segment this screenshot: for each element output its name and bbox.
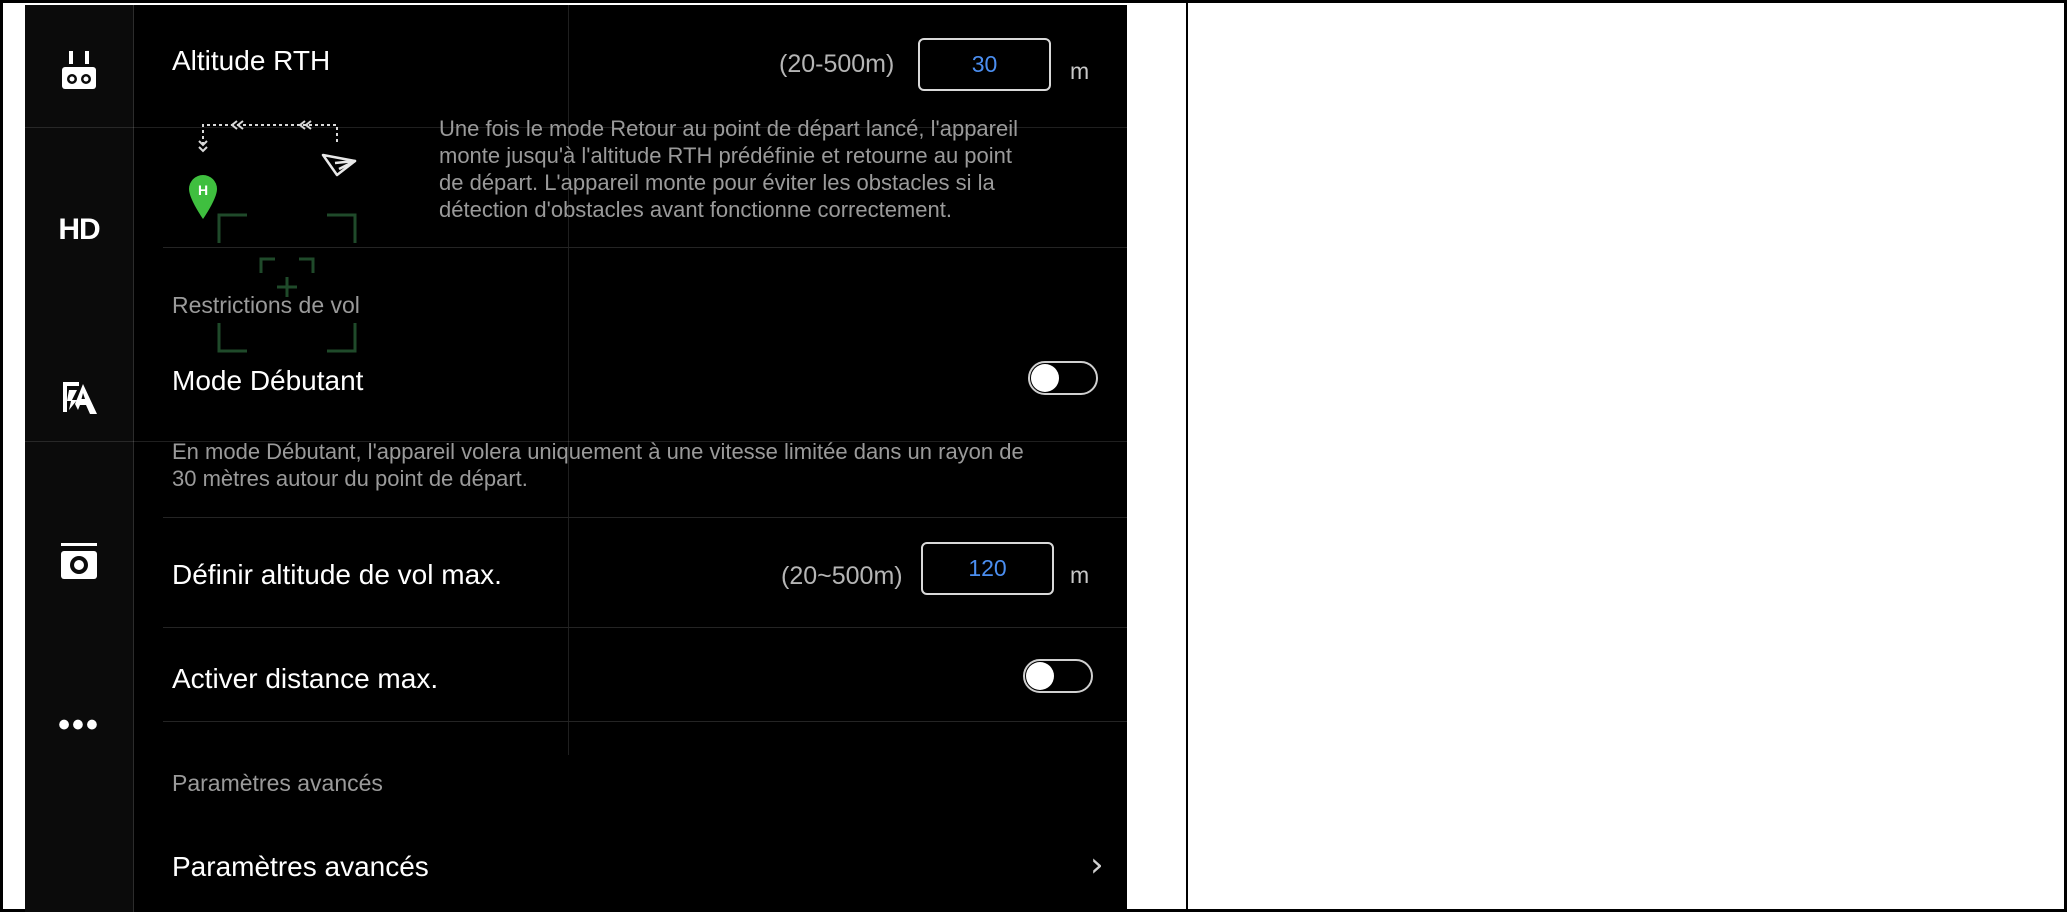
panel-divider xyxy=(1186,0,1188,912)
rth-altitude-input[interactable]: 30 xyxy=(918,38,1051,91)
rth-altitude-title: Altitude RTH xyxy=(172,45,331,76)
camera-icon xyxy=(59,541,99,581)
settings-sidebar: HD ••• xyxy=(25,5,134,912)
rth-description-line: détection d'obstacles avant fonctionne c… xyxy=(439,197,952,222)
max-altitude-range: (20~500m) xyxy=(781,562,903,590)
beginner-mode-toggle[interactable] xyxy=(1028,361,1098,395)
chevron-right-icon: › xyxy=(1090,845,1104,885)
sidebar-item-hd[interactable]: HD xyxy=(25,205,133,255)
max-distance-title: Activer distance max. xyxy=(172,663,439,694)
toggle-knob xyxy=(1031,364,1059,392)
max-distance-toggle[interactable] xyxy=(1023,659,1093,693)
rth-diagram-icon: H xyxy=(189,120,357,219)
advanced-section-label: Paramètres avancés xyxy=(172,770,383,796)
flight-restrictions-section-label: Restrictions de vol xyxy=(172,292,360,318)
remote-controller-icon xyxy=(60,51,98,91)
max-altitude-input[interactable]: 120 xyxy=(921,542,1054,595)
max-altitude-unit: m xyxy=(1070,562,1090,588)
sidebar-item-remote-controller[interactable] xyxy=(25,41,133,101)
settings-content: Altitude RTH (20-500m) 30 m H Une fois l… xyxy=(133,5,1127,912)
rth-description-line: monte jusqu'à l'altitude RTH prédéfinie … xyxy=(439,143,1013,168)
advanced-settings-label: Paramètres avancés xyxy=(172,851,429,882)
row-separator xyxy=(163,247,1127,248)
row-separator xyxy=(163,517,1127,518)
toggle-knob xyxy=(1026,662,1054,690)
row-separator xyxy=(163,721,1127,722)
settings-panel: HD ••• Altitude RTH (20-500m) 30 m H Une… xyxy=(25,5,1127,912)
rth-description-line: Une fois le mode Retour au point de dépa… xyxy=(439,116,1019,141)
beginner-description-line: 30 mètres autour du point de départ. xyxy=(172,466,528,491)
sidebar-item-camera[interactable] xyxy=(25,533,133,589)
beginner-mode-description: En mode Débutant, l'appareil volera uniq… xyxy=(172,438,1127,492)
aircraft-battery-icon xyxy=(59,378,99,418)
sidebar-item-more[interactable]: ••• xyxy=(25,705,133,745)
rth-altitude-unit: m xyxy=(1070,58,1090,84)
rth-description: Une fois le mode Retour au point de dépa… xyxy=(439,115,1127,223)
max-altitude-title: Définir altitude de vol max. xyxy=(172,559,502,590)
rth-description-line: de départ. L'appareil monte pour éviter … xyxy=(439,170,995,195)
home-point-marker: H xyxy=(198,182,208,198)
more-icon: ••• xyxy=(58,706,100,744)
beginner-mode-title: Mode Débutant xyxy=(172,365,364,396)
advanced-settings-item[interactable]: Paramètres avancés › xyxy=(163,827,1127,897)
hd-icon: HD xyxy=(58,213,100,246)
row-separator xyxy=(163,627,1127,628)
beginner-description-line: En mode Débutant, l'appareil volera uniq… xyxy=(172,439,1024,464)
sidebar-item-aircraft-battery[interactable] xyxy=(25,370,133,426)
rth-altitude-range: (20-500m) xyxy=(779,50,895,78)
